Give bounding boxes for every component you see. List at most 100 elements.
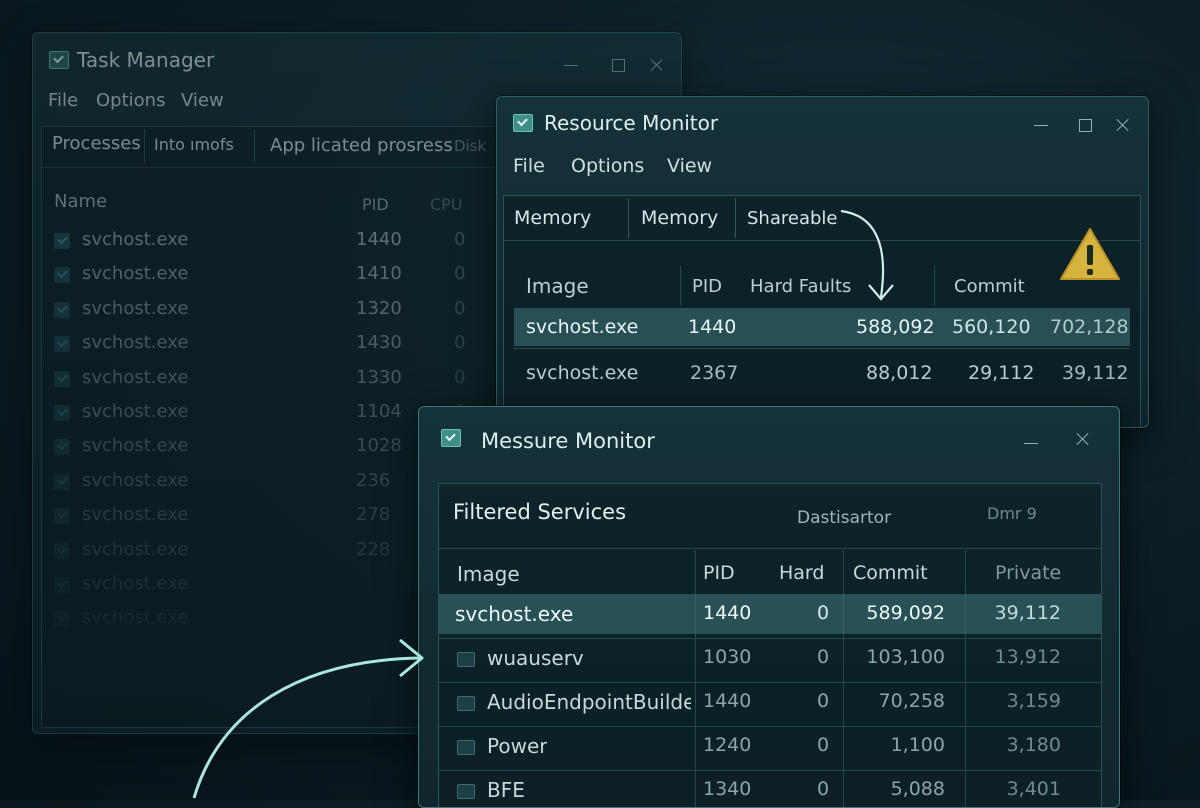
process-checkbox-icon[interactable] xyxy=(54,611,70,628)
close-icon[interactable] xyxy=(1113,115,1133,135)
process-checkbox-icon[interactable] xyxy=(54,370,70,387)
maximize-icon[interactable] xyxy=(1075,115,1095,135)
process-name: svchost.exe xyxy=(82,504,189,526)
process-checkbox-icon[interactable] xyxy=(54,405,70,421)
close-icon[interactable] xyxy=(647,55,667,75)
service-pid: 1240 xyxy=(703,734,752,756)
maximize-icon[interactable] xyxy=(608,55,628,75)
table-row[interactable]: BFE 1340 0 5,088 3,401 xyxy=(439,770,1101,807)
service-hard: 0 xyxy=(817,690,830,712)
process-checkbox-icon[interactable] xyxy=(54,439,70,456)
menu-view[interactable]: View xyxy=(181,90,224,111)
task-manager-icon xyxy=(49,51,69,69)
service-pid: 1030 xyxy=(703,646,752,668)
messure-monitor-titlebar[interactable]: Messure Monitor xyxy=(419,407,1119,459)
menu-file[interactable]: File xyxy=(513,155,545,177)
process-name: svchost.exe xyxy=(82,573,189,594)
process-cpu: 0 xyxy=(454,297,466,319)
service-pid: 1340 xyxy=(703,778,752,800)
process-cpu: 0 xyxy=(454,332,466,354)
row2-hard-faults: 88,012 xyxy=(866,362,933,384)
messure-monitor-title: Messure Monitor xyxy=(481,429,655,453)
tab-processes[interactable]: Processes xyxy=(52,133,141,154)
minimize-icon[interactable] xyxy=(1021,433,1041,453)
minimize-icon[interactable] xyxy=(1031,115,1051,135)
task-manager-titlebar[interactable]: Task Manager xyxy=(33,33,681,85)
table-row[interactable]: wuauserv 1030 0 103,100 13,912 xyxy=(439,638,1101,678)
tab-app-licated[interactable]: App licated prosress xyxy=(270,135,453,156)
col-name[interactable]: Name xyxy=(54,191,107,212)
row2-commit: 29,112 xyxy=(968,362,1035,384)
row1-pid: 1440 xyxy=(688,316,737,338)
menu-options[interactable]: Options xyxy=(571,155,644,177)
col-hard[interactable]: Hard xyxy=(779,562,824,584)
service-private: 39,112 xyxy=(994,602,1061,624)
menu-options[interactable]: Options xyxy=(96,90,165,111)
col-image[interactable]: Image xyxy=(526,274,589,298)
process-pid: 236 xyxy=(356,469,391,491)
process-pid: 1104 xyxy=(356,401,402,422)
menu-view[interactable]: View xyxy=(667,155,712,177)
service-pid: 1440 xyxy=(703,602,752,624)
tab-memory-1[interactable]: Memory xyxy=(514,207,591,229)
col-private[interactable]: Private xyxy=(995,562,1061,584)
curved-arrow-pointer xyxy=(192,638,424,799)
tab-shareable[interactable]: Shareable xyxy=(747,208,837,229)
close-icon[interactable] xyxy=(1073,429,1093,449)
process-pid: 278 xyxy=(356,504,391,526)
resource-monitor-title: Resource Monitor xyxy=(544,111,719,135)
resource-monitor-content: Memory Memory Shareable Image PID Hard F… xyxy=(503,195,1141,427)
table-row[interactable]: AudioEndpointBuilde 1440 0 70,258 3,159 xyxy=(439,682,1101,722)
col-commit[interactable]: Commit xyxy=(853,562,928,584)
process-name: svchost.exe xyxy=(82,435,189,457)
resource-monitor-titlebar[interactable]: Resource Monitor xyxy=(497,97,1148,149)
process-checkbox-icon[interactable] xyxy=(54,577,70,593)
minimize-icon[interactable] xyxy=(561,55,581,75)
process-checkbox-icon[interactable] xyxy=(54,542,70,559)
filtered-services-panel: Filtered Services Dastisartor Dmr 9 Imag… xyxy=(438,483,1102,807)
col-commit[interactable]: Commit xyxy=(954,276,1025,297)
row1-extra: 702,128 xyxy=(1050,316,1129,338)
tab-into-imofs[interactable]: Into ımofs xyxy=(154,135,234,154)
col-pid[interactable]: PID xyxy=(362,195,389,214)
table-row[interactable]: Power 1240 0 1,100 3,180 xyxy=(439,726,1101,766)
col-pid[interactable]: PID xyxy=(703,562,735,584)
process-name: svchost.exe xyxy=(82,538,189,560)
process-pid: 1440 xyxy=(356,229,402,250)
service-hard: 0 xyxy=(817,646,830,668)
panel-extra: Dmr 9 xyxy=(987,504,1037,523)
process-name: svchost.exe xyxy=(82,401,189,422)
process-pid: 1330 xyxy=(356,366,402,388)
process-checkbox-icon[interactable] xyxy=(54,301,70,318)
curved-arrow-down xyxy=(840,209,894,301)
tab-memory-2[interactable]: Memory xyxy=(641,207,718,229)
process-name: svchost.exe xyxy=(82,332,189,354)
panel-title: Filtered Services xyxy=(453,500,627,524)
col-image[interactable]: Image xyxy=(457,562,520,586)
row2-pid: 2367 xyxy=(690,362,739,384)
service-commit: 589,092 xyxy=(866,602,945,624)
col-cpu[interactable]: CPU xyxy=(430,195,463,214)
process-name: svchost.exe xyxy=(82,297,189,319)
col-pid[interactable]: PID xyxy=(692,276,722,297)
row1-hard-faults: 588,092 xyxy=(856,316,935,338)
service-icon xyxy=(457,784,475,799)
menu-file[interactable]: File xyxy=(48,90,78,111)
service-hard: 0 xyxy=(817,734,830,756)
process-checkbox-icon[interactable] xyxy=(54,336,70,353)
table-row-selected[interactable]: svchost.exe 1440 0 589,092 39,112 xyxy=(439,594,1101,634)
process-checkbox-icon[interactable] xyxy=(54,233,70,249)
service-hard: 0 xyxy=(817,778,830,800)
process-checkbox-icon[interactable] xyxy=(54,473,70,490)
service-commit: 5,088 xyxy=(890,778,945,800)
service-image: svchost.exe xyxy=(455,602,574,626)
process-checkbox-icon[interactable] xyxy=(54,267,70,284)
process-pid: 1028 xyxy=(356,435,402,457)
service-private: 13,912 xyxy=(994,646,1061,668)
process-checkbox-icon[interactable] xyxy=(54,508,70,525)
process-name: svchost.exe xyxy=(82,263,189,285)
process-pid: 1410 xyxy=(356,263,402,285)
service-private: 3,401 xyxy=(1006,778,1061,800)
resource-monitor-icon xyxy=(513,114,533,132)
tab-disk[interactable]: Disk xyxy=(454,137,486,155)
